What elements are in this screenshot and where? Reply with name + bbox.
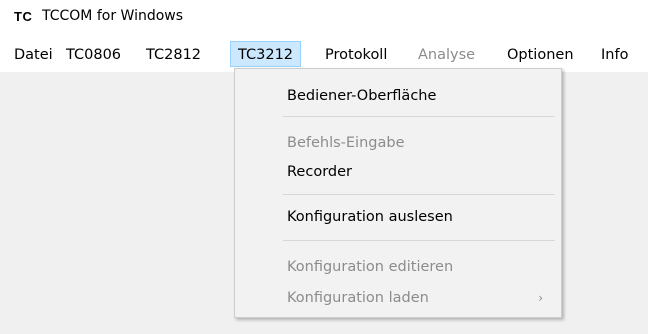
menu-item-konfiguration-auslesen[interactable]: Konfiguration auslesen (287, 206, 453, 228)
menu-item-recorder[interactable]: Recorder (287, 161, 352, 183)
menu-datei[interactable]: Datei (14, 45, 53, 65)
window-title: TCCOM for Windows (42, 8, 184, 24)
menu-item-konfiguration-editieren[interactable]: Konfiguration editieren (287, 256, 453, 278)
menu-tc3212[interactable]: TC3212 (230, 41, 302, 67)
menu-item-befehls-eingabe[interactable]: Befehls-Eingabe (287, 132, 405, 154)
menu-info[interactable]: Info (601, 45, 628, 65)
app-icon: TC (14, 9, 33, 24)
menu-optionen[interactable]: Optionen (507, 45, 574, 65)
menu-separator (283, 194, 555, 195)
menu-separator (283, 240, 555, 241)
menu-bar: Datei TC0806 TC2812 TC3212 Protokoll Ana… (0, 36, 648, 72)
menu-tc2812[interactable]: TC2812 (146, 45, 201, 65)
title-bar: TC TCCOM for Windows (0, 0, 648, 36)
menu-analyse[interactable]: Analyse (418, 45, 475, 65)
menu-item-konfiguration-laden[interactable]: Konfiguration laden (287, 287, 429, 309)
menu-separator (283, 116, 555, 117)
menu-tc0806[interactable]: TC0806 (66, 45, 121, 65)
menu-protokoll[interactable]: Protokoll (325, 45, 387, 65)
menu-item-bediener-oberflaeche[interactable]: Bediener-Oberfläche (287, 85, 436, 107)
tc3212-dropdown-menu: Bediener-Oberfläche Befehls-Eingabe Reco… (234, 68, 562, 318)
chevron-right-icon: › (538, 291, 543, 305)
